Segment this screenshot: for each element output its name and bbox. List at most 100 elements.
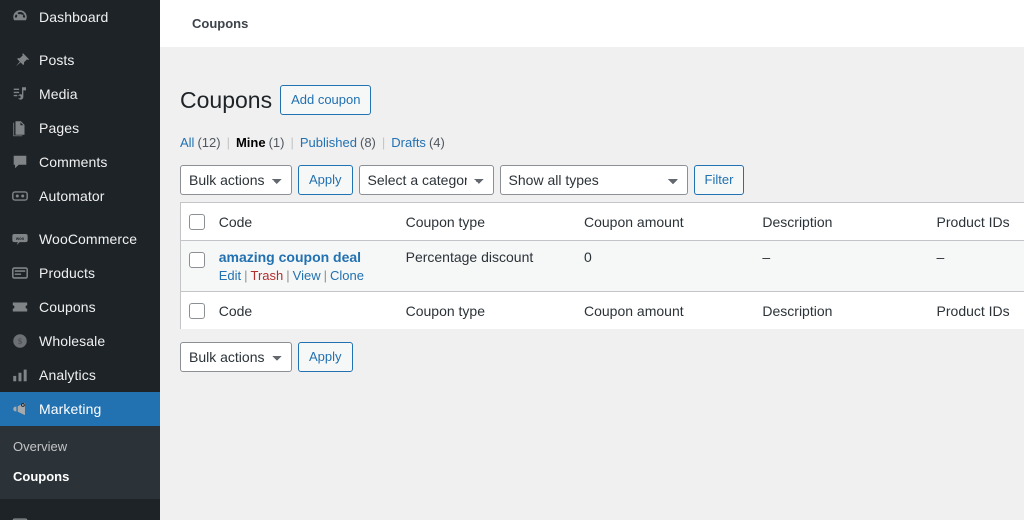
row-action-separator: | — [324, 268, 327, 283]
row-action-view[interactable]: View — [293, 268, 321, 283]
view-filter-count: (1) — [269, 130, 285, 156]
page-title: Coupons — [180, 77, 272, 120]
column-header-code[interactable]: Code — [219, 202, 406, 240]
sidebar-item-wholesale[interactable]: $ Wholesale — [0, 324, 160, 358]
view-filter-published[interactable]: Published(8) — [300, 130, 376, 156]
views-filter-list: All(12)|Mine(1)|Published(8)|Drafts(4) — [180, 130, 1004, 156]
sidebar-item-media[interactable]: Media — [0, 77, 160, 111]
wp-admin-screen: Dashboard Posts Media Pages Comments Automato… — [0, 0, 1024, 520]
view-filter-label[interactable]: Drafts — [391, 130, 426, 156]
media-icon — [10, 84, 30, 104]
main-content-area: Coupons Coupons Add coupon All(12)|Mine(… — [160, 0, 1024, 520]
bulk-actions-select-bottom[interactable]: Bulk actions — [180, 342, 292, 372]
sidebar-item-woocommerce[interactable]: woo WooCommerce — [0, 222, 160, 256]
pin-icon — [10, 50, 30, 70]
column-header-description[interactable]: Description — [762, 292, 936, 330]
view-filter-divider: | — [382, 130, 385, 156]
sidebar-item-coupons[interactable]: Coupons — [0, 290, 160, 324]
sidebar-item-label: Products — [39, 266, 95, 280]
sidebar-item-pages[interactable]: Pages — [0, 111, 160, 145]
view-filter-divider: | — [290, 130, 293, 156]
row-select-checkbox[interactable] — [189, 252, 205, 268]
view-filter-all[interactable]: All(12) — [180, 130, 221, 156]
table-head: CodeCoupon typeCoupon amountDescriptionP… — [181, 202, 1024, 240]
sidebar-item-wpforms[interactable]: WPForms — [0, 508, 160, 520]
admin-sidebar-menu: Dashboard Posts Media Pages Comments Automato… — [0, 0, 160, 520]
column-header-product-ids[interactable]: Product IDs — [937, 292, 1024, 330]
view-filter-count: (12) — [197, 130, 220, 156]
select-all-checkbox[interactable] — [189, 303, 205, 319]
sidebar-item-label: Pages — [39, 121, 79, 135]
column-header-coupon-type[interactable]: Coupon type — [406, 202, 584, 240]
admin-bar-title: Coupons — [192, 16, 248, 31]
coupons-table: CodeCoupon typeCoupon amountDescriptionP… — [180, 202, 1024, 330]
bar-chart-icon — [10, 365, 30, 385]
cell-description: – — [762, 241, 936, 292]
select-all-cell — [181, 292, 219, 330]
column-header-coupon-type[interactable]: Coupon type — [406, 292, 584, 330]
sidebar-item-comments[interactable]: Comments — [0, 145, 160, 179]
table-body: amazing coupon dealEdit|Trash|View|Clone… — [181, 241, 1024, 292]
row-action-clone[interactable]: Clone — [330, 268, 364, 283]
apply-button-top[interactable]: Apply — [298, 165, 353, 195]
ticket-icon — [10, 297, 30, 317]
automator-icon — [10, 186, 30, 206]
sidebar-item-dashboard[interactable]: Dashboard — [0, 0, 160, 34]
apply-button-bottom[interactable]: Apply — [298, 342, 353, 372]
view-filter-drafts[interactable]: Drafts(4) — [391, 130, 445, 156]
cell-code: amazing coupon dealEdit|Trash|View|Clone — [219, 241, 406, 292]
row-select-cell — [181, 241, 219, 292]
sidebar-item-products[interactable]: Products — [0, 256, 160, 290]
wholesale-icon: $ — [10, 331, 30, 351]
sidebar-item-label: Media — [39, 87, 78, 101]
row-action-trash[interactable]: Trash — [251, 268, 284, 283]
column-header-product-ids[interactable]: Product IDs — [937, 202, 1024, 240]
dashboard-icon — [10, 7, 30, 27]
sidebar-item-label: Wholesale — [39, 334, 105, 348]
submenu-item-overview[interactable]: Overview — [0, 432, 160, 462]
sidebar-item-label: Coupons — [39, 300, 96, 314]
sidebar-item-label: WooCommerce — [39, 232, 137, 246]
admin-bar: Coupons — [160, 0, 1024, 47]
sidebar-item-marketing[interactable]: Marketing — [0, 392, 160, 426]
bulk-actions-select-top[interactable]: Bulk actions — [180, 165, 292, 195]
view-filter-label[interactable]: Mine — [236, 130, 266, 156]
category-filter-select[interactable]: Select a category — [359, 165, 494, 195]
cell-coupon-type: Percentage discount — [406, 241, 584, 292]
sidebar-item-posts[interactable]: Posts — [0, 43, 160, 77]
row-action-separator: | — [244, 268, 247, 283]
products-icon — [10, 263, 30, 283]
sidebar-item-automator[interactable]: Automator — [0, 179, 160, 213]
column-header-coupon-amount[interactable]: Coupon amount — [584, 202, 762, 240]
add-coupon-button[interactable]: Add coupon — [280, 85, 371, 115]
wpforms-icon — [10, 515, 30, 520]
sidebar-trailing-items: WPForms — [0, 508, 160, 520]
cell-coupon-amount: 0 — [584, 241, 762, 292]
sidebar-item-label: Automator — [39, 189, 105, 203]
select-all-checkbox[interactable] — [189, 214, 205, 230]
row-action-edit[interactable]: Edit — [219, 268, 241, 283]
megaphone-icon — [10, 399, 30, 419]
view-filter-count: (4) — [429, 130, 445, 156]
woocommerce-icon: woo — [10, 229, 30, 249]
pages-icon — [10, 118, 30, 138]
sidebar-item-analytics[interactable]: Analytics — [0, 358, 160, 392]
view-filter-label[interactable]: All — [180, 130, 194, 156]
svg-text:woo: woo — [15, 236, 25, 241]
filter-button[interactable]: Filter — [694, 165, 745, 195]
view-filter-mine[interactable]: Mine(1) — [236, 130, 285, 156]
view-filter-label[interactable]: Published — [300, 130, 357, 156]
column-header-description[interactable]: Description — [762, 202, 936, 240]
sidebar-item-label: Posts — [39, 53, 75, 67]
tablenav-bottom: Bulk actions Apply — [180, 341, 1004, 373]
sidebar-main-items: Dashboard Posts Media Pages Comments Automato… — [0, 0, 160, 426]
sidebar-item-label: Comments — [39, 155, 107, 169]
comments-icon — [10, 152, 30, 172]
submenu-item-coupons[interactable]: Coupons — [0, 462, 160, 492]
row-action-separator: | — [286, 268, 289, 283]
column-header-code[interactable]: Code — [219, 292, 406, 330]
coupon-code-link[interactable]: amazing coupon deal — [219, 249, 361, 265]
table-footer-row: CodeCoupon typeCoupon amountDescriptionP… — [181, 292, 1024, 330]
type-filter-select[interactable]: Show all types — [500, 165, 688, 195]
column-header-coupon-amount[interactable]: Coupon amount — [584, 292, 762, 330]
